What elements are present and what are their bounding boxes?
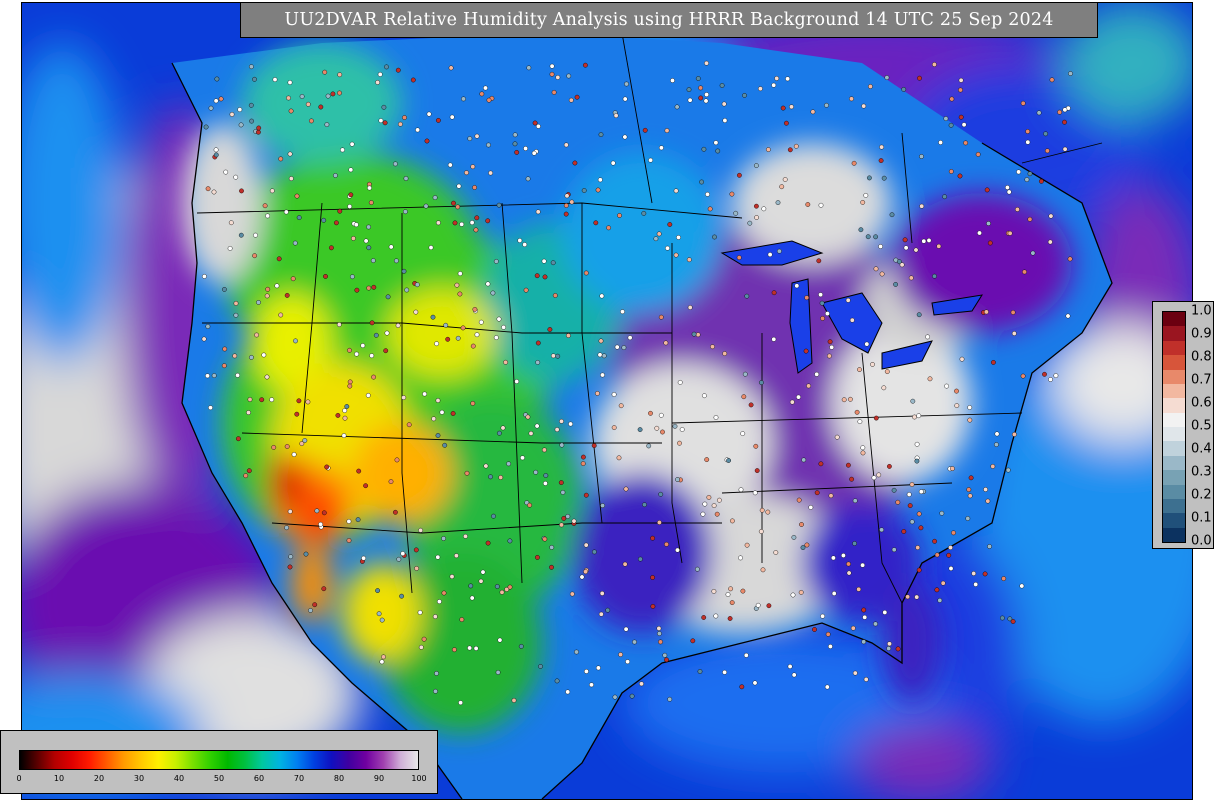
obs-colorbar-segment	[1163, 470, 1185, 485]
obs-tick-label: 0.9	[1191, 326, 1212, 342]
rh-tick-label: 90	[373, 774, 385, 783]
obs-colorbar	[1162, 311, 1186, 543]
obs-colorbar-segment	[1163, 427, 1185, 442]
obs-colorbar-segment	[1163, 484, 1185, 499]
map-title-box: UU2DVAR Relative Humidity Analysis using…	[240, 2, 1098, 38]
rh-tick-label: 80	[333, 774, 345, 783]
map-title: UU2DVAR Relative Humidity Analysis using…	[284, 10, 1054, 30]
obs-colorbar-segment	[1163, 412, 1185, 427]
obs-colorbar-segment	[1163, 369, 1185, 384]
obs-colorbar-segment	[1163, 455, 1185, 471]
obs-colorbar-segment	[1163, 312, 1185, 327]
obs-tick-label: 0.8	[1191, 349, 1212, 365]
obs-colorbar-segment	[1163, 498, 1185, 514]
rh-colorbar-panel: 0 10 20 30 40 50 60 70 80 90 100	[0, 730, 438, 794]
obs-tick-label: 0.6	[1191, 395, 1212, 411]
rh-tick-label: 70	[293, 774, 305, 783]
rh-tick-label: 100	[411, 774, 427, 783]
rh-analysis-map	[22, 3, 1192, 799]
obs-tick-label: 0.4	[1191, 441, 1212, 457]
obs-colorbar-segment	[1163, 398, 1185, 413]
rh-tick-label: 50	[213, 774, 225, 783]
rh-tick-label: 0	[16, 774, 22, 783]
rh-tick-label: 20	[93, 774, 105, 783]
obs-tick-label: 0.0	[1191, 533, 1212, 549]
obs-tick-label: 0.1	[1191, 510, 1212, 526]
obs-colorbar-segment	[1163, 441, 1185, 456]
obs-colorbar-segment	[1163, 340, 1185, 356]
obs-tick-label: 0.7	[1191, 372, 1212, 388]
obs-tick-label: 1.0	[1191, 303, 1212, 319]
rh-tick-label: 30	[133, 774, 145, 783]
rh-tick-label: 40	[173, 774, 185, 783]
obs-tick-label: 0.3	[1191, 464, 1212, 480]
obs-tick-label: 0.2	[1191, 487, 1212, 503]
map-panel	[21, 2, 1193, 800]
obs-colorbar-segment	[1163, 513, 1185, 528]
obs-colorbar-segment	[1163, 383, 1185, 399]
rh-tick-label: 10	[53, 774, 65, 783]
obs-tick-label: 0.5	[1191, 418, 1212, 434]
rh-colorbar	[19, 750, 419, 770]
obs-colorbar-panel: 1.0 0.9 0.8 0.7 0.6 0.5 0.4 0.3 0.2 0.1 0.0	[1152, 301, 1214, 549]
obs-colorbar-segment	[1163, 355, 1185, 370]
obs-colorbar-segment	[1163, 326, 1185, 341]
obs-colorbar-segment	[1163, 527, 1185, 542]
rh-tick-label: 60	[253, 774, 265, 783]
